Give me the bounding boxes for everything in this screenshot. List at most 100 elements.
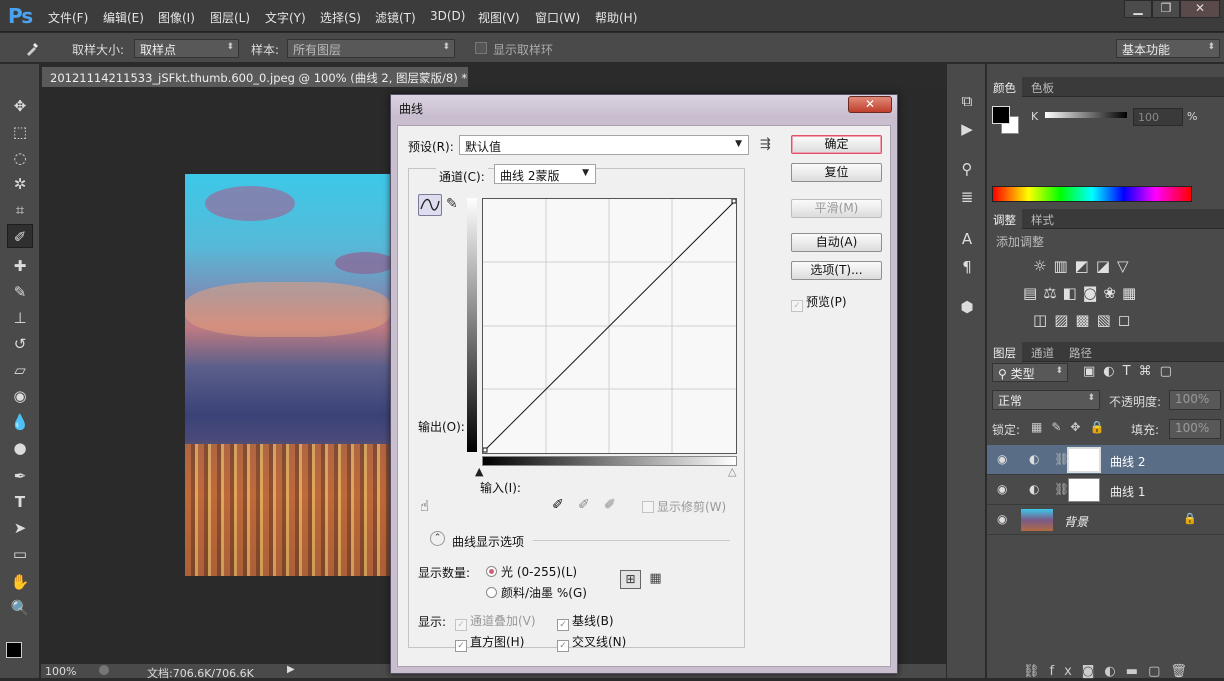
zoom-level[interactable]: 100% — [45, 665, 76, 678]
layer-row-background[interactable]: ◉ 背景 🔒 — [987, 505, 1224, 535]
menu-edit[interactable]: 编辑(E) — [103, 9, 144, 26]
color-balance-icon[interactable]: ⚖ — [1043, 284, 1062, 302]
channel-overlay-option[interactable]: ✓ 通道叠加(V) — [455, 612, 536, 631]
pencil-draw-icon[interactable]: ✎ — [446, 196, 464, 214]
vibrance-icon[interactable]: ▽ — [1117, 257, 1136, 275]
crop-tool-icon[interactable]: ⌗ — [7, 198, 33, 222]
curves-icon[interactable]: ◩ — [1075, 257, 1096, 275]
brush-panel-icon[interactable]: ⚲ — [955, 158, 979, 180]
channel-overlay-checkbox[interactable]: ✓ — [455, 619, 467, 631]
gradient-map-icon[interactable]: ▧ — [1097, 311, 1118, 329]
fx-icon[interactable]: fx — [1050, 664, 1082, 679]
show-clipping-option[interactable]: 显示修剪(W) — [642, 498, 726, 515]
layer-row-curves-1[interactable]: ◉ ◐ ⛓ 曲线 1 — [987, 475, 1224, 505]
layer-mask-thumbnail[interactable] — [1068, 478, 1100, 502]
opacity-field[interactable]: 100% — [1169, 390, 1221, 410]
layer-thumbnail[interactable] — [1021, 509, 1053, 531]
eraser-tool-icon[interactable]: ▱ — [7, 358, 33, 382]
dialog-close-button[interactable]: ✕ — [848, 96, 892, 113]
pen-tool-icon[interactable]: ✒ — [7, 464, 33, 488]
blur-tool-icon[interactable]: 💧 — [7, 410, 33, 434]
link-layers-icon[interactable]: ⛓ — [1023, 664, 1050, 679]
delete-layer-icon[interactable]: 🗑 — [1170, 664, 1197, 679]
layer-name[interactable]: 曲线 1 — [1110, 483, 1145, 500]
preset-select[interactable]: 默认值 ▼ — [459, 135, 749, 155]
menu-layer[interactable]: 图层(L) — [210, 9, 250, 26]
menu-type[interactable]: 文字(Y) — [265, 9, 306, 26]
preview-option[interactable]: ✓ 预览(P) — [791, 293, 847, 312]
tab-channels[interactable]: 通道 — [1025, 342, 1060, 362]
smart-object-filter-icon[interactable]: ▢ — [1160, 364, 1180, 379]
add-mask-icon[interactable]: ◙ — [1082, 664, 1105, 679]
white-eyedropper-icon[interactable]: ✐ — [604, 497, 616, 513]
history-brush-tool-icon[interactable]: ↺ — [7, 332, 33, 356]
show-clipping-checkbox[interactable] — [642, 501, 654, 513]
document-tab[interactable]: 20121114211533_jSFkt.thumb.600_0.jpeg @ … — [41, 66, 469, 87]
channel-select[interactable]: 曲线 2蒙版 ▼ — [494, 164, 596, 184]
gray-eyedropper-icon[interactable]: ✐ — [578, 497, 590, 513]
sample-size-select[interactable]: 取样点 ⬍ — [134, 39, 239, 58]
preview-checkbox[interactable]: ✓ — [791, 300, 803, 312]
ok-button[interactable]: 确定 — [791, 135, 882, 154]
eyedropper-tool-icon[interactable]: ✐ — [7, 224, 33, 248]
restore-button[interactable]: ❐ — [1152, 0, 1180, 18]
shape-filter-icon[interactable]: ⌘ — [1139, 364, 1160, 379]
target-adjust-hand-icon[interactable]: ☝ — [420, 497, 429, 515]
adjustment-filter-icon[interactable]: ◐ — [1103, 364, 1122, 379]
preset-options-icon[interactable]: ⇶ — [760, 137, 771, 152]
close-window-button[interactable]: ✕ — [1180, 0, 1220, 18]
reset-button[interactable]: 复位 — [791, 163, 882, 182]
tab-color[interactable]: 颜色 — [987, 77, 1022, 97]
exposure-icon[interactable]: ◪ — [1096, 257, 1117, 275]
clone-stamp-tool-icon[interactable]: ⊥ — [7, 306, 33, 330]
lock-transparent-icon[interactable]: ▦ — [1031, 420, 1051, 434]
foreground-color-swatch[interactable] — [992, 106, 1010, 124]
eyedropper-icon[interactable] — [24, 39, 44, 57]
levels-icon[interactable]: ▥ — [1053, 257, 1074, 275]
paragraph-panel-icon[interactable]: ¶ — [955, 256, 979, 278]
pixel-filter-icon[interactable]: ▣ — [1083, 364, 1103, 379]
sample-select[interactable]: 所有图层 ⬍ — [287, 39, 455, 58]
menu-filter[interactable]: 滤镜(T) — [375, 9, 416, 26]
black-white-icon[interactable]: ◧ — [1063, 284, 1083, 302]
channel-mixer-icon[interactable]: ❀ — [1103, 284, 1122, 302]
light-radio-option[interactable]: 光 (0-255)(L) — [486, 563, 577, 580]
detailed-grid-icon[interactable]: ▦ — [646, 570, 665, 589]
dodge-tool-icon[interactable]: ● — [7, 436, 33, 460]
character-panel-icon[interactable]: A — [955, 228, 979, 250]
black-eyedropper-icon[interactable]: ✐ — [552, 497, 564, 513]
workspace-select[interactable]: 基本功能 ⬍ — [1116, 39, 1220, 58]
fill-field[interactable]: 100% — [1169, 419, 1221, 439]
visibility-eye-icon[interactable]: ◉ — [997, 512, 1007, 526]
pigment-radio[interactable] — [486, 587, 497, 598]
auto-button[interactable]: 自动(A) — [791, 233, 882, 252]
status-icon[interactable] — [99, 665, 109, 675]
visibility-eye-icon[interactable]: ◉ — [997, 482, 1007, 496]
tab-adjustments[interactable]: 调整 — [987, 209, 1022, 229]
move-tool-icon[interactable]: ✥ — [7, 94, 33, 118]
simple-grid-icon[interactable]: ⊞ — [620, 570, 641, 589]
tab-styles[interactable]: 样式 — [1025, 209, 1060, 229]
new-group-icon[interactable]: ▬ — [1126, 664, 1148, 679]
histogram-option[interactable]: ✓ 直方图(H) — [455, 633, 524, 652]
tab-swatches[interactable]: 色板 — [1025, 77, 1060, 97]
threshold-icon[interactable]: ▩ — [1075, 311, 1096, 329]
zoom-tool-icon[interactable]: 🔍 — [7, 596, 33, 620]
dialog-titlebar[interactable]: 曲线 ✕ — [391, 95, 897, 119]
blend-mode-select[interactable]: 正常 ⬍ — [992, 390, 1100, 410]
pigment-radio-option[interactable]: 颜料/油墨 %(G) — [486, 584, 587, 601]
color-lookup-icon[interactable]: ▦ — [1122, 284, 1142, 302]
healing-brush-tool-icon[interactable]: ✚ — [7, 254, 33, 278]
rectangle-tool-icon[interactable]: ▭ — [7, 542, 33, 566]
foreground-color-swatch[interactable] — [6, 642, 22, 658]
brush-tool-icon[interactable]: ✎ — [7, 280, 33, 304]
collapse-options-icon[interactable]: ⌃ — [430, 531, 445, 546]
k-slider[interactable] — [1045, 112, 1127, 118]
layer-mask-thumbnail[interactable] — [1067, 447, 1101, 473]
marquee-tool-icon[interactable]: ⬚ — [7, 120, 33, 144]
menu-3d[interactable]: 3D(D) — [430, 9, 465, 23]
show-ring-checkbox[interactable] — [475, 42, 487, 54]
link-icon[interactable]: ⛓ — [1054, 482, 1069, 496]
posterize-icon[interactable]: ▨ — [1054, 311, 1075, 329]
menu-window[interactable]: 窗口(W) — [535, 9, 580, 26]
